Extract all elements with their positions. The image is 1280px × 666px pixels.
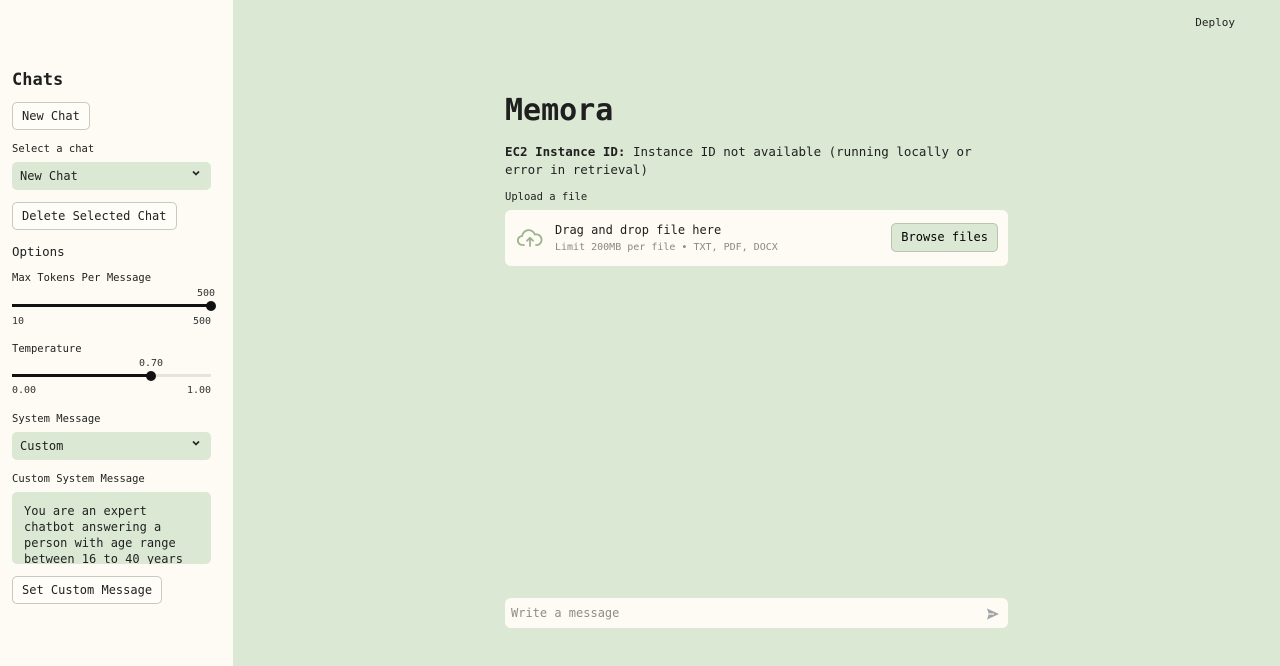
custom-system-textarea[interactable]: You are an expert chatbot answering a pe…: [12, 492, 211, 564]
delete-chat-button[interactable]: Delete Selected Chat: [12, 202, 177, 230]
set-custom-message-button[interactable]: Set Custom Message: [12, 576, 163, 604]
temperature-slider[interactable]: [12, 370, 211, 381]
temperature-min: 0.00: [12, 385, 37, 396]
temperature-fill: [12, 374, 152, 377]
dropzone-title: Drag and drop file here: [555, 223, 722, 237]
temperature-max: 1.00: [187, 385, 212, 396]
cloud-upload-icon: [516, 228, 543, 252]
temperature-label: Temperature: [12, 343, 82, 355]
browse-files-button[interactable]: Browse files: [891, 223, 998, 252]
main-area: [233, 0, 1280, 666]
ec2-label: EC2 Instance ID:: [505, 144, 626, 159]
chat-message-input[interactable]: [511, 598, 971, 628]
upload-label: Upload a file: [505, 191, 588, 203]
max-tokens-slider[interactable]: [12, 300, 216, 311]
max-tokens-thumb[interactable]: [206, 300, 216, 311]
sidebar: Chats New Chat Select a chat New Chat De…: [0, 0, 233, 666]
sidebar-title: Chats: [12, 70, 64, 90]
max-tokens-fill: [12, 304, 211, 307]
custom-system-label: Custom System Message: [12, 473, 145, 485]
temperature-value: 0.70: [139, 358, 164, 369]
max-tokens-min: 10: [12, 316, 25, 327]
chat-select[interactable]: New Chat: [12, 162, 211, 190]
dropzone-limits: Limit 200MB per file • TXT, PDF, DOCX: [555, 242, 778, 253]
options-heading: Options: [12, 244, 65, 259]
file-dropzone[interactable]: Drag and drop file here Limit 200MB per …: [505, 210, 1008, 266]
chat-input-bar: [505, 598, 1008, 628]
temperature-thumb[interactable]: [146, 370, 157, 381]
max-tokens-max: 500: [193, 316, 212, 327]
deploy-button[interactable]: Deploy: [1195, 16, 1235, 29]
send-icon[interactable]: [986, 606, 1000, 625]
max-tokens-label: Max Tokens Per Message: [12, 272, 152, 284]
chevron-down-icon: [191, 162, 201, 190]
system-message-value: Custom: [20, 439, 64, 453]
chat-select-value: New Chat: [20, 169, 78, 183]
system-message-label: System Message: [12, 413, 101, 425]
max-tokens-value: 500: [197, 288, 216, 299]
system-message-select[interactable]: Custom: [12, 432, 211, 460]
ec2-info: EC2 Instance ID: Instance ID not availab…: [505, 143, 1005, 179]
select-chat-label: Select a chat: [12, 143, 95, 155]
new-chat-button[interactable]: New Chat: [12, 102, 90, 130]
chevron-down-icon: [191, 432, 201, 460]
page-title: Memora: [505, 93, 614, 128]
